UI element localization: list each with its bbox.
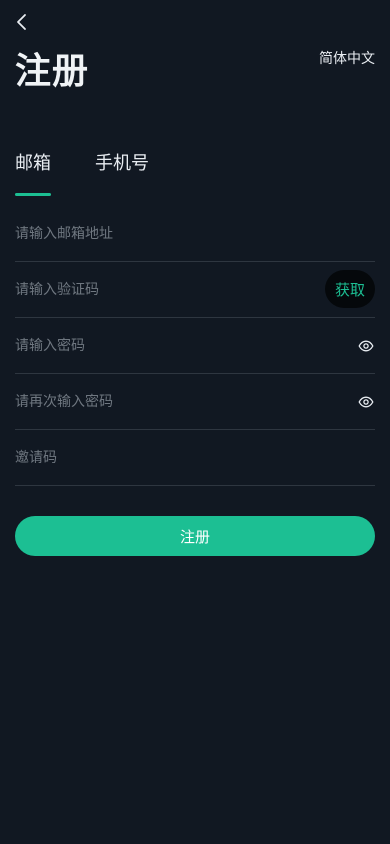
invite-code-row	[15, 430, 375, 486]
invite-code-input[interactable]	[15, 430, 315, 485]
password-input[interactable]	[15, 318, 315, 373]
verification-code-input[interactable]	[15, 262, 315, 317]
tab-phone[interactable]: 手机号	[95, 150, 149, 178]
page-title: 注册	[15, 51, 90, 92]
register-submit-button[interactable]: 注册	[15, 516, 375, 556]
password-row	[15, 318, 375, 374]
verification-code-row: 获取	[15, 262, 375, 318]
register-form: 获取	[15, 206, 375, 486]
active-tab-indicator	[15, 193, 51, 196]
email-input[interactable]	[15, 206, 315, 261]
chevron-left-icon	[17, 14, 26, 30]
back-button[interactable]	[12, 12, 32, 32]
get-code-button[interactable]: 获取	[325, 270, 375, 308]
confirm-password-row	[15, 374, 375, 430]
eye-icon	[358, 340, 374, 352]
eye-icon	[358, 396, 374, 408]
register-tabs: 邮箱 手机号	[15, 150, 375, 198]
tab-email[interactable]: 邮箱	[15, 150, 51, 178]
confirm-password-visibility-toggle[interactable]	[358, 394, 374, 410]
password-visibility-toggle[interactable]	[358, 338, 374, 354]
email-row	[15, 206, 375, 262]
confirm-password-input[interactable]	[15, 374, 315, 429]
language-switch[interactable]: 简体中文	[319, 48, 375, 68]
